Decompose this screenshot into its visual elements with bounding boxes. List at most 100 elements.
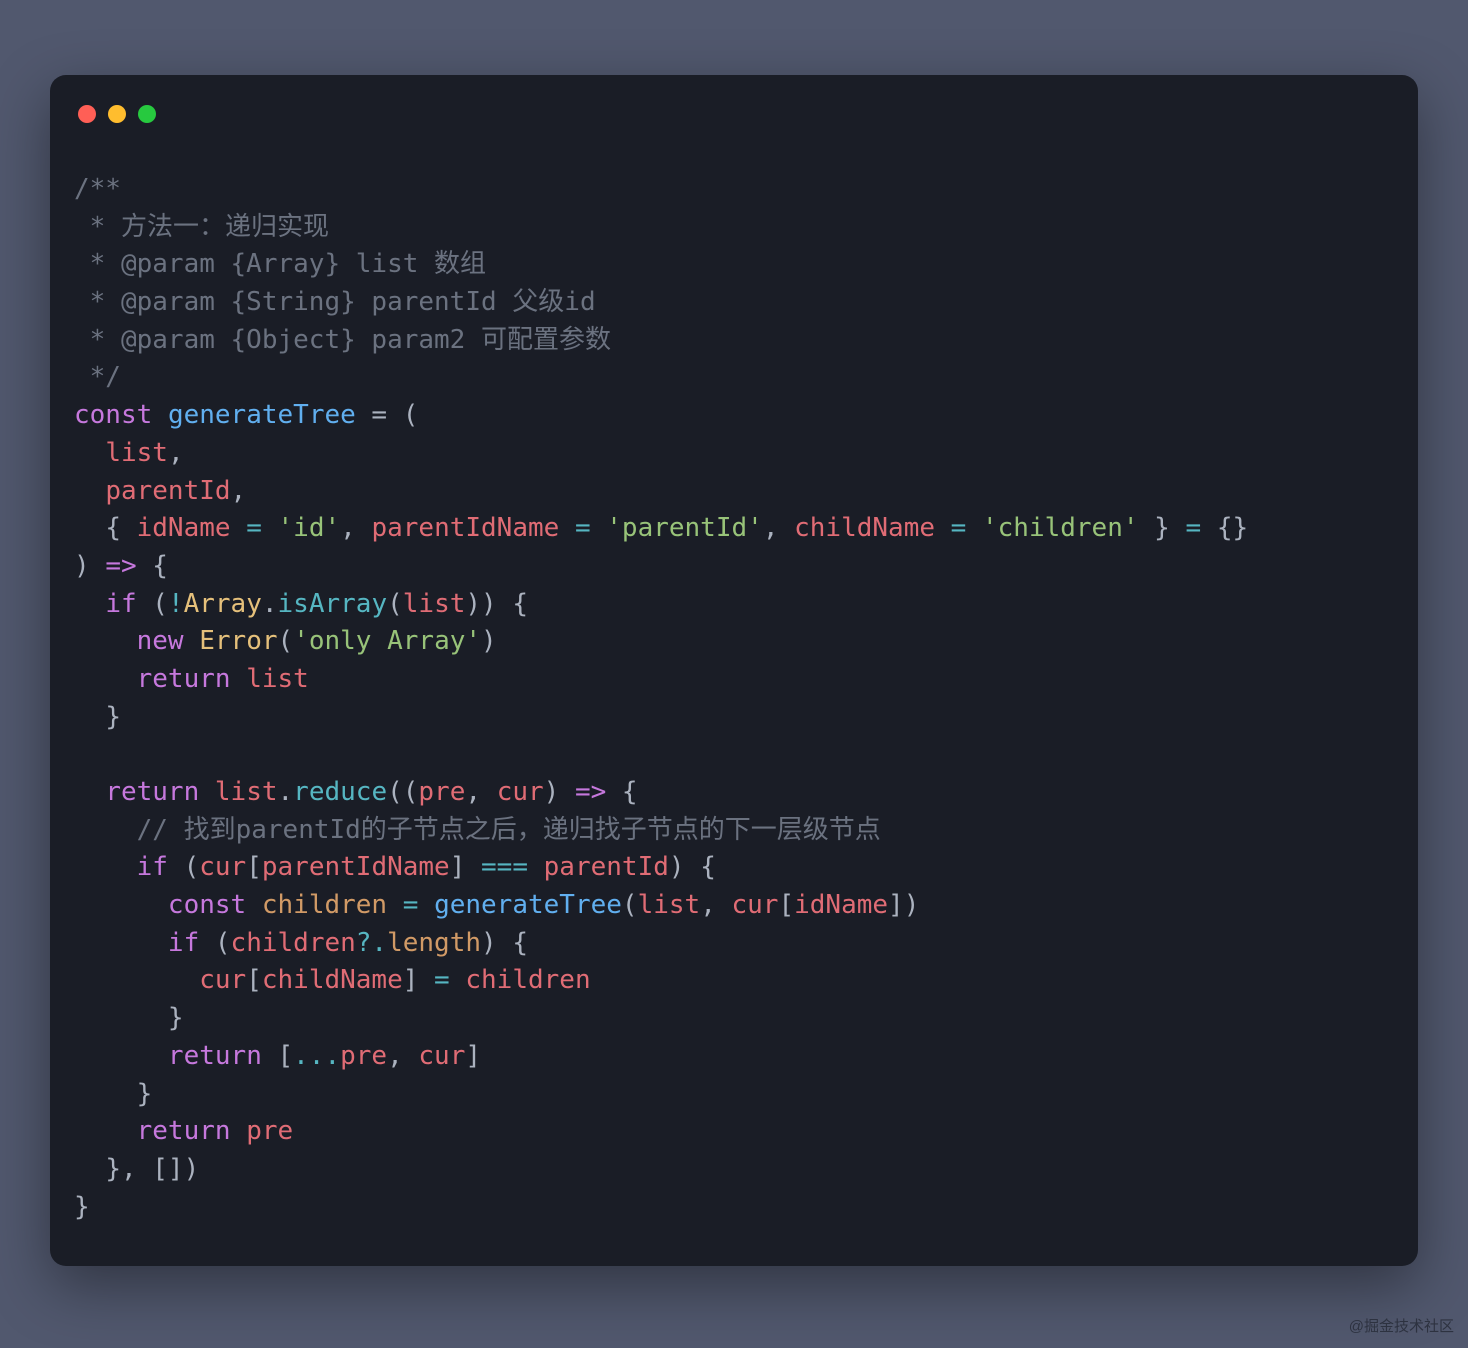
var-children: children <box>231 928 356 958</box>
bracket-open: [ <box>262 1041 293 1071</box>
bracket-close: ] <box>450 852 466 882</box>
var-pre: pre <box>340 1041 387 1071</box>
var-cur: cur <box>732 890 779 920</box>
param-cur: cur <box>497 777 544 807</box>
kw-return: return <box>137 1116 231 1146</box>
param-pre: pre <box>418 777 465 807</box>
op-eqeqeq: === <box>465 852 543 882</box>
watermark: @掘金技术社区 <box>1349 1315 1454 1336</box>
brace-close: } <box>105 702 121 732</box>
var-cur: cur <box>418 1041 465 1071</box>
cond-close: ) { <box>481 928 528 958</box>
dot: . <box>262 589 278 619</box>
param-childname: childName <box>794 513 935 543</box>
param-parentid: parentId <box>105 476 230 506</box>
if-open: ( <box>168 852 199 882</box>
op-not: ! <box>168 589 184 619</box>
comment-end: */ <box>74 362 121 392</box>
maximize-icon[interactable] <box>138 105 156 123</box>
comma: , <box>340 513 371 543</box>
class-error: Error <box>199 626 277 656</box>
dot: . <box>278 777 294 807</box>
kw-const: const <box>74 400 152 430</box>
brace-close: } <box>137 1079 153 1109</box>
comma: , <box>465 777 496 807</box>
var-list: list <box>246 664 309 694</box>
kw-if: if <box>105 589 136 619</box>
params-close: ) <box>74 551 105 581</box>
var-list: list <box>403 589 466 619</box>
op-eq: = <box>246 513 262 543</box>
var-cur: cur <box>199 852 246 882</box>
method-reduce: reduce <box>293 777 387 807</box>
comment-l1: * 方法一：递归实现 <box>74 212 329 242</box>
comma: , <box>700 890 731 920</box>
fn-name: generateTree <box>168 400 356 430</box>
minimize-icon[interactable] <box>108 105 126 123</box>
kw-if: if <box>137 852 168 882</box>
brace-close: } <box>168 1003 184 1033</box>
paren-close: ) <box>481 626 497 656</box>
paren-close: ) <box>904 890 920 920</box>
str-only-array: 'only Array' <box>293 626 481 656</box>
close-icon[interactable] <box>78 105 96 123</box>
body-open: { <box>606 777 637 807</box>
traffic-lights <box>74 105 1394 123</box>
kw-return: return <box>168 1041 262 1071</box>
arrow: => <box>105 551 136 581</box>
method-isarray: isArray <box>278 589 388 619</box>
comma: , <box>231 476 247 506</box>
var-pre: pre <box>246 1116 293 1146</box>
bracket-open: [ <box>246 852 262 882</box>
str-children: 'children' <box>982 513 1139 543</box>
op-assign: = <box>418 965 465 995</box>
var-childname: childName <box>262 965 403 995</box>
bracket-open: [ <box>246 965 262 995</box>
var-idname: idName <box>794 890 888 920</box>
bracket-close: ] <box>403 965 419 995</box>
arrow: => <box>575 777 606 807</box>
op-assign: = <box>387 890 434 920</box>
destruct-close: } <box>1139 513 1186 543</box>
var-parentid: parentId <box>544 852 669 882</box>
kw-const: const <box>168 890 246 920</box>
comma: , <box>168 438 184 468</box>
op-optchain: ?. <box>356 928 387 958</box>
fn-close: } <box>74 1192 90 1222</box>
paren-open: ( <box>278 626 294 656</box>
op-eq: = <box>951 513 967 543</box>
str-parentid: 'parentId' <box>606 513 763 543</box>
str-id: 'id' <box>278 513 341 543</box>
code-block: /** * 方法一：递归实现 * @param {Array} list 数组 … <box>74 171 1394 1226</box>
param-idname: idName <box>137 513 231 543</box>
comment-l2: * @param {Array} list 数组 <box>74 249 486 279</box>
comma: , <box>387 1041 418 1071</box>
assign-open: = ( <box>356 400 419 430</box>
bracket-close: ] <box>888 890 904 920</box>
var-list: list <box>215 777 278 807</box>
param-parentidname: parentIdName <box>371 513 559 543</box>
var-children: children <box>465 965 590 995</box>
comma: , <box>763 513 794 543</box>
code-window: /** * 方法一：递归实现 * @param {Array} list 数组 … <box>50 75 1418 1266</box>
call-generatetree: generateTree <box>434 890 622 920</box>
comment-l3: * @param {String} parentId 父级id <box>74 287 596 317</box>
param-list: list <box>105 438 168 468</box>
op-eq: = <box>1186 513 1202 543</box>
var-children: children <box>262 890 387 920</box>
kw-return: return <box>137 664 231 694</box>
bracket-open: [ <box>778 890 794 920</box>
var-list: list <box>638 890 701 920</box>
prop-length: length <box>387 928 481 958</box>
kw-new: new <box>137 626 184 656</box>
bracket-close: ] <box>465 1041 481 1071</box>
body-open: { <box>137 551 168 581</box>
op-eq: = <box>575 513 591 543</box>
comment-start: /** <box>74 174 121 204</box>
cond-close: ) { <box>669 852 716 882</box>
paren-open: ( <box>622 890 638 920</box>
var-parentidname: parentIdName <box>262 852 450 882</box>
var-cur: cur <box>199 965 246 995</box>
paren-close: ) <box>544 777 575 807</box>
if-open: ( <box>137 589 168 619</box>
